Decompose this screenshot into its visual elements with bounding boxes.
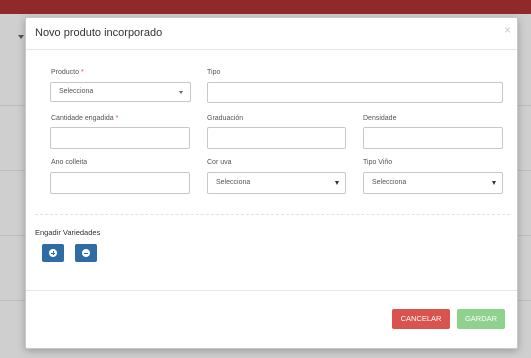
chevron-down-icon [179, 91, 183, 94]
required-mark: * [115, 115, 119, 122]
tipo-vino-label: Tipo Viño [363, 159, 393, 166]
graduacion-label: Graduación [207, 115, 244, 122]
densidade-label: Densidade [363, 115, 397, 122]
footer-divider [26, 290, 517, 291]
new-product-modal: Novo produto incorporado × Producto * Sel… [25, 17, 518, 349]
remove-variedade-button[interactable] [75, 244, 97, 262]
modal-title: Novo produto incorporado [35, 27, 163, 39]
cantidade-label: Cantidade engadida * [51, 115, 119, 122]
add-variedade-button[interactable] [42, 244, 64, 262]
chevron-down-icon [335, 181, 339, 185]
ano-colleita-label: Ano colleita [51, 159, 88, 166]
cantidade-input[interactable] [50, 127, 190, 149]
chevron-down-icon [492, 181, 496, 185]
save-button[interactable]: GARDAR [457, 309, 505, 329]
plus-circle-icon [49, 249, 57, 257]
required-mark: * [81, 69, 84, 76]
tipo-input[interactable] [207, 82, 503, 103]
producto-label: Producto * [51, 69, 84, 76]
background-topbar [0, 0, 531, 14]
producto-select-value: Selecciona [59, 88, 94, 95]
minus-circle-icon [82, 249, 90, 257]
tipo-vino-select[interactable]: Selecciona [363, 172, 503, 194]
cor-uva-label: Cor uva [207, 159, 232, 166]
tipo-label: Tipo [207, 69, 221, 76]
ano-colleita-input[interactable] [50, 172, 190, 194]
section-divider [35, 214, 510, 215]
graduacion-input[interactable] [207, 127, 346, 149]
engadir-variedades-title: Engadir Variedades [35, 228, 101, 237]
producto-select[interactable]: Selecciona [50, 82, 191, 102]
background-caret-icon [18, 35, 24, 39]
tipo-vino-select-value: Selecciona [372, 179, 407, 186]
close-icon[interactable]: × [504, 24, 511, 36]
densidade-input[interactable] [363, 127, 503, 149]
cor-uva-select-value: Selecciona [216, 179, 251, 186]
cancel-button[interactable]: CANCELAR [392, 309, 450, 329]
modal-header: Novo produto incorporado × [26, 18, 517, 50]
cor-uva-select[interactable]: Selecciona [207, 172, 346, 194]
